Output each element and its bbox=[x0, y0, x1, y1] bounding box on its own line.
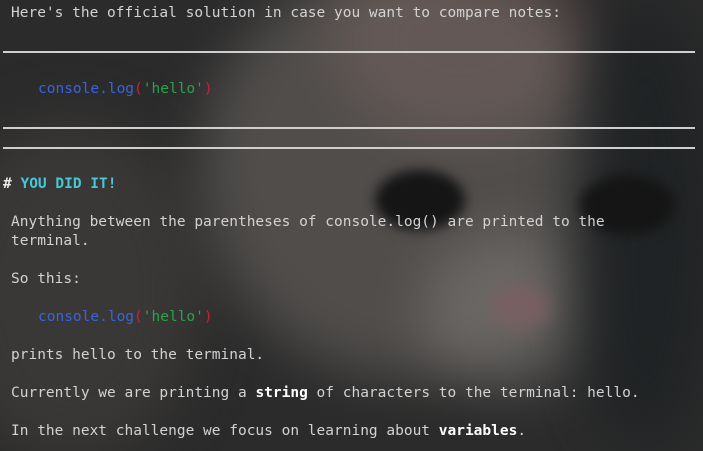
paragraph-line: Anything between the parentheses of cons… bbox=[11, 214, 605, 230]
divider bbox=[3, 127, 695, 129]
keyword-string: string bbox=[255, 385, 308, 401]
code-paren-close: ) bbox=[203, 309, 213, 325]
prints-text: prints hello to the terminal. bbox=[11, 347, 265, 363]
next-pre: In the next challenge we focus on learni… bbox=[11, 423, 439, 439]
code-function: log bbox=[107, 309, 135, 325]
code-dot: . bbox=[99, 309, 108, 325]
code-function: log bbox=[107, 81, 135, 97]
divider bbox=[3, 147, 695, 149]
next-challenge-text: In the next challenge we focus on learni… bbox=[11, 423, 526, 439]
next-post: . bbox=[517, 423, 527, 439]
code-object: console bbox=[38, 81, 100, 97]
divider bbox=[3, 51, 695, 53]
code-paren-open: ( bbox=[134, 81, 143, 97]
currently-text: Currently we are printing a string of ch… bbox=[11, 385, 640, 401]
heading: # YOU DID IT! bbox=[3, 176, 117, 192]
example-code: console.log('hello') bbox=[38, 309, 213, 325]
code-string: 'hello' bbox=[142, 309, 204, 325]
code-dot: . bbox=[99, 81, 108, 97]
code-string: 'hello' bbox=[142, 81, 204, 97]
code-paren-open: ( bbox=[134, 309, 143, 325]
intro-text: Here's the official solution in case you… bbox=[11, 5, 561, 21]
heading-text: YOU DID IT! bbox=[20, 176, 117, 192]
so-this-text: So this: bbox=[11, 271, 81, 287]
paragraph-line: terminal. bbox=[11, 233, 90, 249]
solution-code: console.log('hello') bbox=[38, 81, 213, 97]
terminal-output: Here's the official solution in case you… bbox=[0, 0, 703, 451]
code-paren-close: ) bbox=[203, 81, 213, 97]
keyword-variables: variables bbox=[438, 423, 518, 439]
code-object: console bbox=[38, 309, 100, 325]
currently-post: of characters to the terminal: hello. bbox=[307, 385, 640, 401]
heading-hash: # bbox=[3, 176, 12, 192]
currently-pre: Currently we are printing a bbox=[11, 385, 256, 401]
